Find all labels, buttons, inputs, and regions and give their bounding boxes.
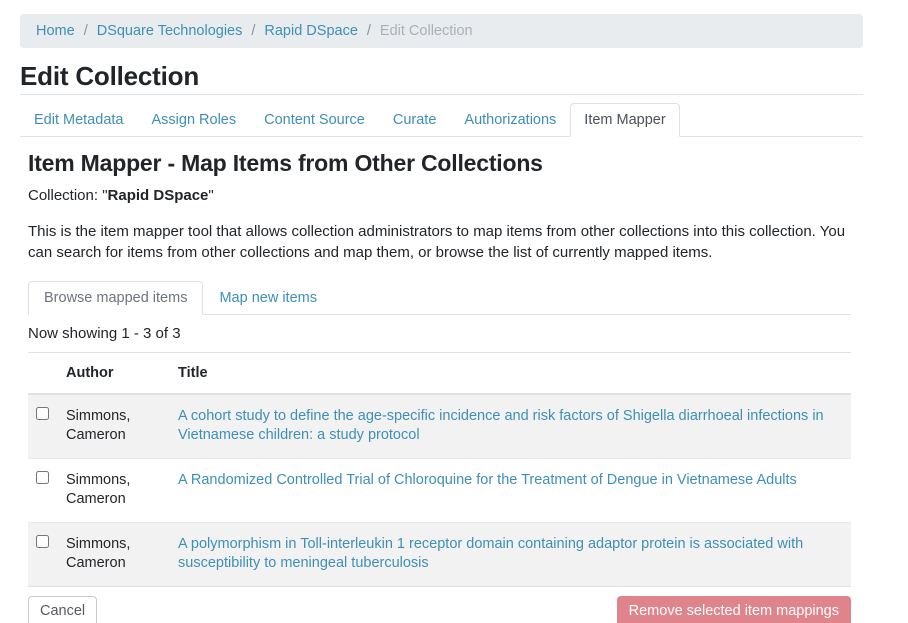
item-title-link[interactable]: A polymorphism in Toll-interleukin 1 rec…: [178, 536, 803, 572]
tab-assign-roles[interactable]: Assign Roles: [137, 103, 250, 137]
remove-selected-mappings-button[interactable]: Remove selected item mappings: [617, 596, 851, 623]
row-checkbox[interactable]: [36, 407, 49, 420]
collection-label-suffix: ": [208, 187, 213, 204]
actions-row: Cancel Remove selected item mappings: [28, 596, 851, 623]
breadcrumb-collection-link[interactable]: Rapid DSpace: [264, 23, 358, 39]
tab-item-mapper[interactable]: Item Mapper: [570, 103, 679, 137]
table-row: Simmons, Cameron A Randomized Controlled…: [28, 458, 851, 522]
item-mapper-description: This is the item mapper tool that allows…: [28, 221, 851, 264]
item-mapper-heading: Item Mapper - Map Items from Other Colle…: [28, 150, 851, 177]
item-title-link[interactable]: A cohort study to define the age-specifi…: [178, 408, 824, 444]
breadcrumb-current-page: Edit Collection: [380, 23, 473, 39]
collection-name: Rapid DSpace: [108, 187, 209, 204]
title-column-header: Title: [170, 352, 851, 394]
edit-collection-tabs: Edit Metadata Assign Roles Content Sourc…: [20, 103, 863, 137]
author-cell: Simmons, Cameron: [58, 522, 170, 586]
table-row: Simmons, Cameron A polymorphism in Toll-…: [28, 522, 851, 586]
author-cell: Simmons, Cameron: [58, 458, 170, 522]
cancel-button[interactable]: Cancel: [28, 596, 97, 623]
tab-edit-metadata[interactable]: Edit Metadata: [20, 103, 137, 137]
tab-content-source[interactable]: Content Source: [250, 103, 379, 137]
breadcrumb-home-link[interactable]: Home: [36, 23, 75, 39]
collection-name-line: Collection: "Rapid DSpace": [28, 187, 851, 204]
tab-authorizations[interactable]: Authorizations: [450, 103, 570, 137]
item-title-link[interactable]: A Randomized Controlled Trial of Chloroq…: [178, 472, 797, 488]
subtab-map-new-items[interactable]: Map new items: [203, 281, 333, 315]
breadcrumb-divider: /: [84, 23, 88, 39]
page-title: Edit Collection: [20, 62, 863, 95]
table-row: Simmons, Cameron A cohort study to defin…: [28, 394, 851, 459]
breadcrumb-community-link[interactable]: DSquare Technologies: [97, 23, 243, 39]
breadcrumb: Home / DSquare Technologies / Rapid DSpa…: [20, 14, 863, 48]
select-column-header: [28, 352, 58, 394]
author-cell: Simmons, Cameron: [58, 394, 170, 459]
breadcrumb-divider: /: [367, 23, 371, 39]
tab-curate[interactable]: Curate: [379, 103, 451, 137]
row-checkbox[interactable]: [36, 471, 49, 484]
author-column-header: Author: [58, 352, 170, 394]
collection-label: Collection: ": [28, 187, 108, 204]
breadcrumb-divider: /: [251, 23, 255, 39]
item-mapper-pane: Item Mapper - Map Items from Other Colle…: [20, 150, 863, 623]
mapper-subtabs: Browse mapped items Map new items: [28, 281, 851, 315]
results-count: Now showing 1 - 3 of 3: [28, 315, 851, 352]
table-header-row: Author Title: [28, 352, 851, 394]
row-checkbox[interactable]: [36, 535, 49, 548]
subtab-browse-mapped-items[interactable]: Browse mapped items: [28, 281, 203, 315]
page-container: Home / DSquare Technologies / Rapid DSpa…: [20, 14, 863, 623]
mapped-items-table: Author Title Simmons, Cameron A cohort s…: [28, 352, 851, 587]
